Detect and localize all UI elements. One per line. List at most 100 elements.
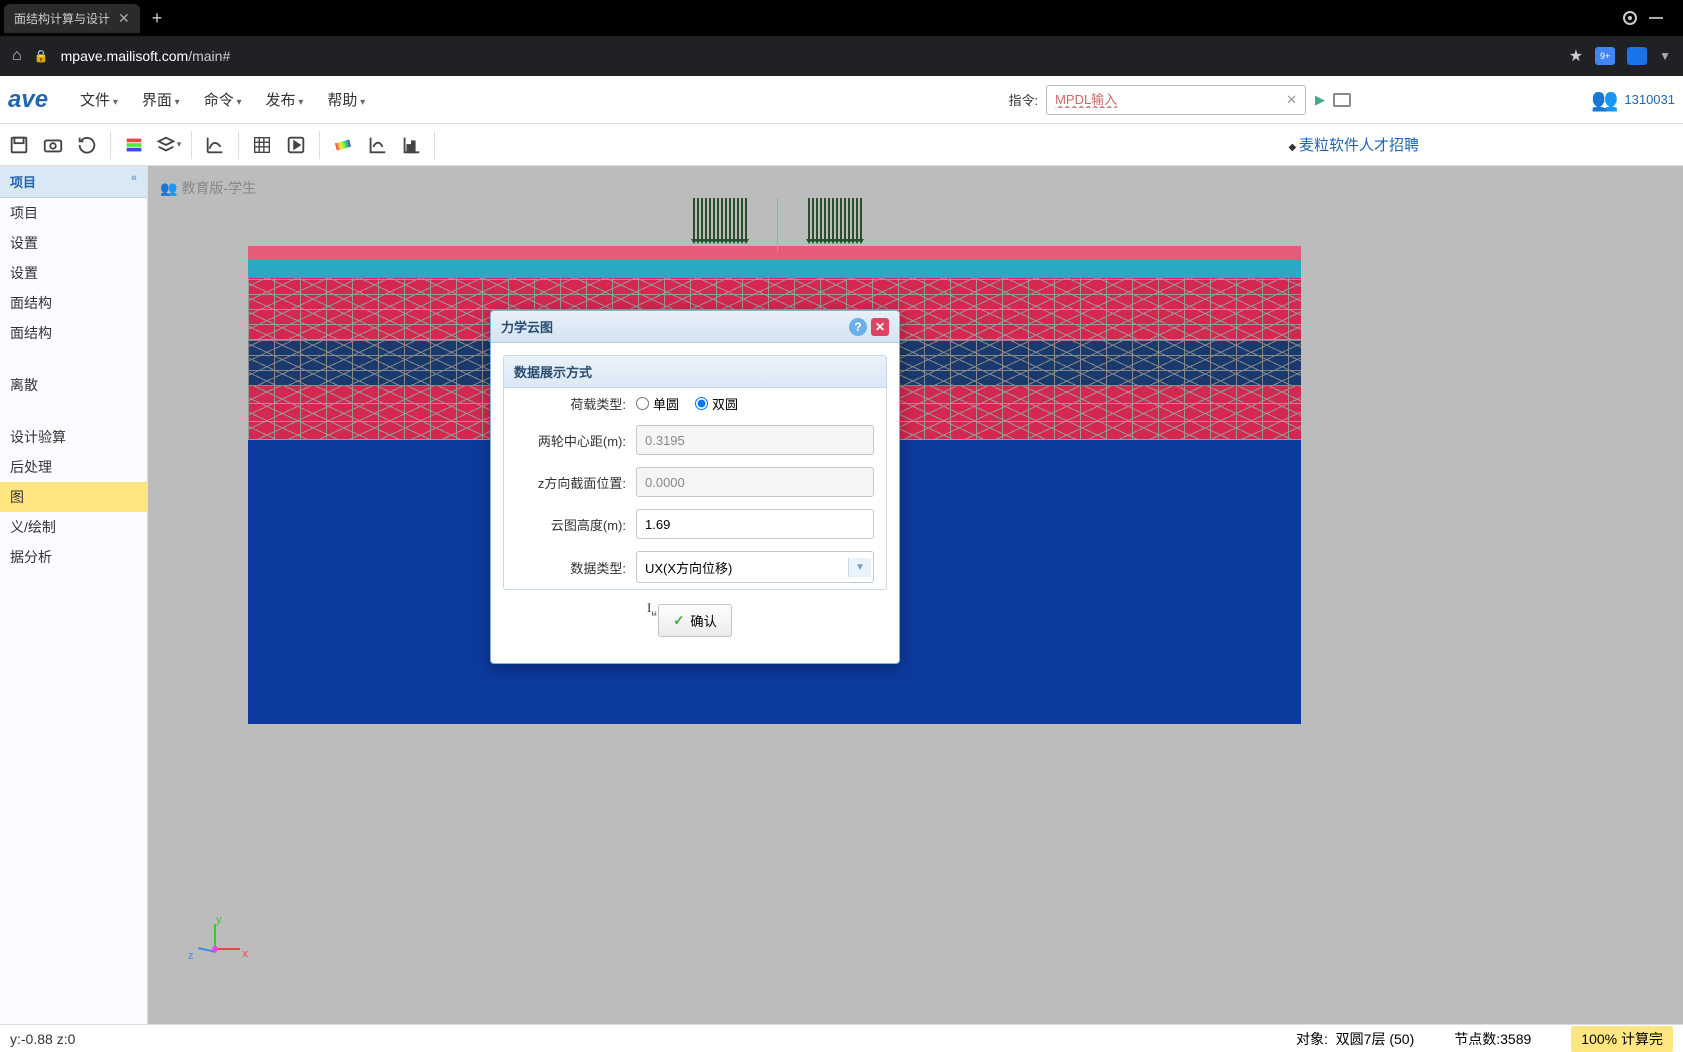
close-icon[interactable]: ✕ [871, 318, 889, 336]
window-minimize-icon[interactable] [1649, 17, 1663, 19]
wheel-dist-label: 两轮中心距(m): [516, 431, 626, 450]
data-type-label: 数据类型: [516, 558, 626, 577]
chart-curve-icon[interactable] [200, 130, 230, 160]
command-run-icon[interactable]: ▶ [1315, 92, 1325, 108]
command-clear-icon[interactable]: ✕ [1286, 92, 1297, 108]
browser-tab-bar: 面结构计算与设计 ✕ + [0, 0, 1683, 36]
layers-stack-icon[interactable]: ▾ [153, 130, 183, 160]
axis-y-label: y [216, 914, 222, 926]
axis-gizmo: y x z [188, 914, 248, 974]
menu-help[interactable]: 帮助 [315, 89, 377, 110]
user-id: 1310031 [1624, 92, 1675, 107]
axis-z-label: z [188, 950, 194, 962]
dialog-titlebar[interactable]: 力学云图 ? ✕ [491, 311, 899, 343]
radio-single-input[interactable] [636, 397, 649, 410]
command-input[interactable] [1046, 85, 1306, 115]
toolbar-separator [191, 131, 192, 159]
sidebar-item-struct1[interactable]: 面结构 [0, 288, 147, 318]
axis-x-label: x [243, 948, 249, 960]
menu-file[interactable]: 文件 [68, 89, 130, 110]
refresh-icon[interactable] [72, 130, 102, 160]
rainbow-icon[interactable] [328, 130, 358, 160]
cursor-indicator: Iы [647, 600, 657, 618]
sidebar-spacer [0, 348, 147, 370]
url-display[interactable]: mpave.mailisoft.com/main# [61, 48, 231, 64]
lock-icon[interactable]: 🔒 [34, 49, 49, 63]
sidebar-item-draw[interactable]: 义/绘制 [0, 512, 147, 542]
layers-color-icon[interactable] [119, 130, 149, 160]
extension-icon[interactable]: 9+ [1595, 47, 1615, 65]
radio-double-input[interactable] [695, 397, 708, 410]
height-input[interactable] [636, 509, 874, 539]
bar-chart-icon[interactable] [396, 130, 426, 160]
chevron-down-icon: ▼ [848, 558, 871, 577]
play-icon[interactable] [281, 130, 311, 160]
watermark: 👥 教育版-学生 [160, 178, 256, 198]
save-icon[interactable] [4, 130, 34, 160]
status-progress: 100% 计算完 [1571, 1026, 1673, 1052]
sidebar-item-analysis[interactable]: 据分析 [0, 542, 147, 572]
browser-tab[interactable]: 面结构计算与设计 ✕ [4, 4, 140, 33]
command-popup-icon[interactable] [1333, 93, 1351, 107]
tab-close-icon[interactable]: ✕ [118, 10, 130, 27]
load-arrows [693, 198, 862, 252]
sidebar-item-struct2[interactable]: 面结构 [0, 318, 147, 348]
status-nodes: 节点数:3589 [1454, 1029, 1531, 1049]
chevron-down-icon[interactable]: ▼ [1659, 49, 1671, 63]
canvas-viewport[interactable]: 👥 教育版-学生 y x z [148, 166, 1683, 1024]
dialog-title: 力学云图 [501, 317, 849, 336]
plot-axes-icon[interactable] [362, 130, 392, 160]
extension-icon-2[interactable] [1627, 47, 1647, 65]
menu-publish[interactable]: 发布 [254, 89, 316, 110]
sidebar-item-settings2[interactable]: 设置 [0, 258, 147, 288]
app-menu-bar: ave 文件 界面 命令 发布 帮助 指令: ✕ ▶ 👥 1310031 [0, 76, 1683, 124]
status-coords: y:-0.88 z:0 [10, 1031, 75, 1047]
sidebar-title: 项目 [10, 172, 36, 191]
height-label: 云图高度(m): [516, 515, 626, 534]
bookmark-star-icon[interactable]: ★ [1569, 46, 1583, 66]
wheel-dist-input [636, 425, 874, 455]
fieldset-title: 数据展示方式 [504, 356, 886, 388]
toolbar-separator [319, 131, 320, 159]
z-section-label: z方向截面位置: [516, 473, 626, 492]
data-type-select[interactable]: UX(X方向位移) ▼ [636, 551, 874, 583]
toolbar-separator [434, 131, 435, 159]
user-area[interactable]: 👥 1310031 [1591, 87, 1675, 113]
menu-command[interactable]: 命令 [192, 89, 254, 110]
load-type-label: 荷载类型: [516, 394, 626, 413]
radio-double[interactable]: 双圆 [695, 394, 738, 413]
recruit-link[interactable]: 麦粒软件人才招聘 [1289, 134, 1419, 155]
status-object: 对象: 双圆7层 (50) [1296, 1029, 1414, 1049]
help-icon[interactable]: ? [849, 318, 867, 336]
ok-button[interactable]: ✓ 确认 [658, 604, 732, 637]
browser-address-bar: ⌂ 🔒 mpave.mailisoft.com/main# ★ 9+ ▼ [0, 36, 1683, 76]
check-icon: ✓ [673, 613, 684, 629]
command-label: 指令: [1008, 90, 1038, 109]
mesh-icon[interactable] [247, 130, 277, 160]
tab-title: 面结构计算与设计 [14, 10, 110, 27]
toolbar: ▾ 麦粒软件人才招聘 [0, 124, 1683, 166]
sidebar-item-settings1[interactable]: 设置 [0, 228, 147, 258]
mechanics-contour-dialog: 力学云图 ? ✕ 数据展示方式 荷载类型: 单圆 双圆 两轮中心距(m): z方… [490, 310, 900, 664]
sidebar-item-post[interactable]: 后处理 [0, 452, 147, 482]
sidebar-item-discrete[interactable]: 离散 [0, 370, 147, 400]
menu-interface[interactable]: 界面 [130, 89, 192, 110]
app-logo: ave [8, 86, 48, 114]
sidebar-spacer [0, 400, 147, 422]
z-section-input [636, 467, 874, 497]
status-bar: y:-0.88 z:0 对象: 双圆7层 (50) 节点数:3589 100% … [0, 1024, 1683, 1052]
toolbar-separator [238, 131, 239, 159]
toolbar-separator [110, 131, 111, 159]
sidebar-item-project[interactable]: 项目 [0, 198, 147, 228]
group-icon: 👥 [160, 180, 177, 197]
account-icon[interactable] [1623, 11, 1637, 25]
home-icon[interactable]: ⌂ [12, 47, 22, 65]
sidebar-collapse-icon[interactable]: « [131, 172, 137, 191]
user-group-icon: 👥 [1591, 87, 1618, 113]
new-tab-button[interactable]: + [152, 8, 163, 29]
radio-single[interactable]: 单圆 [636, 394, 679, 413]
sidebar-header: 项目 « [0, 166, 147, 198]
sidebar-item-design[interactable]: 设计验算 [0, 422, 147, 452]
sidebar-item-plot[interactable]: 图 [0, 482, 147, 512]
camera-icon[interactable] [38, 130, 68, 160]
